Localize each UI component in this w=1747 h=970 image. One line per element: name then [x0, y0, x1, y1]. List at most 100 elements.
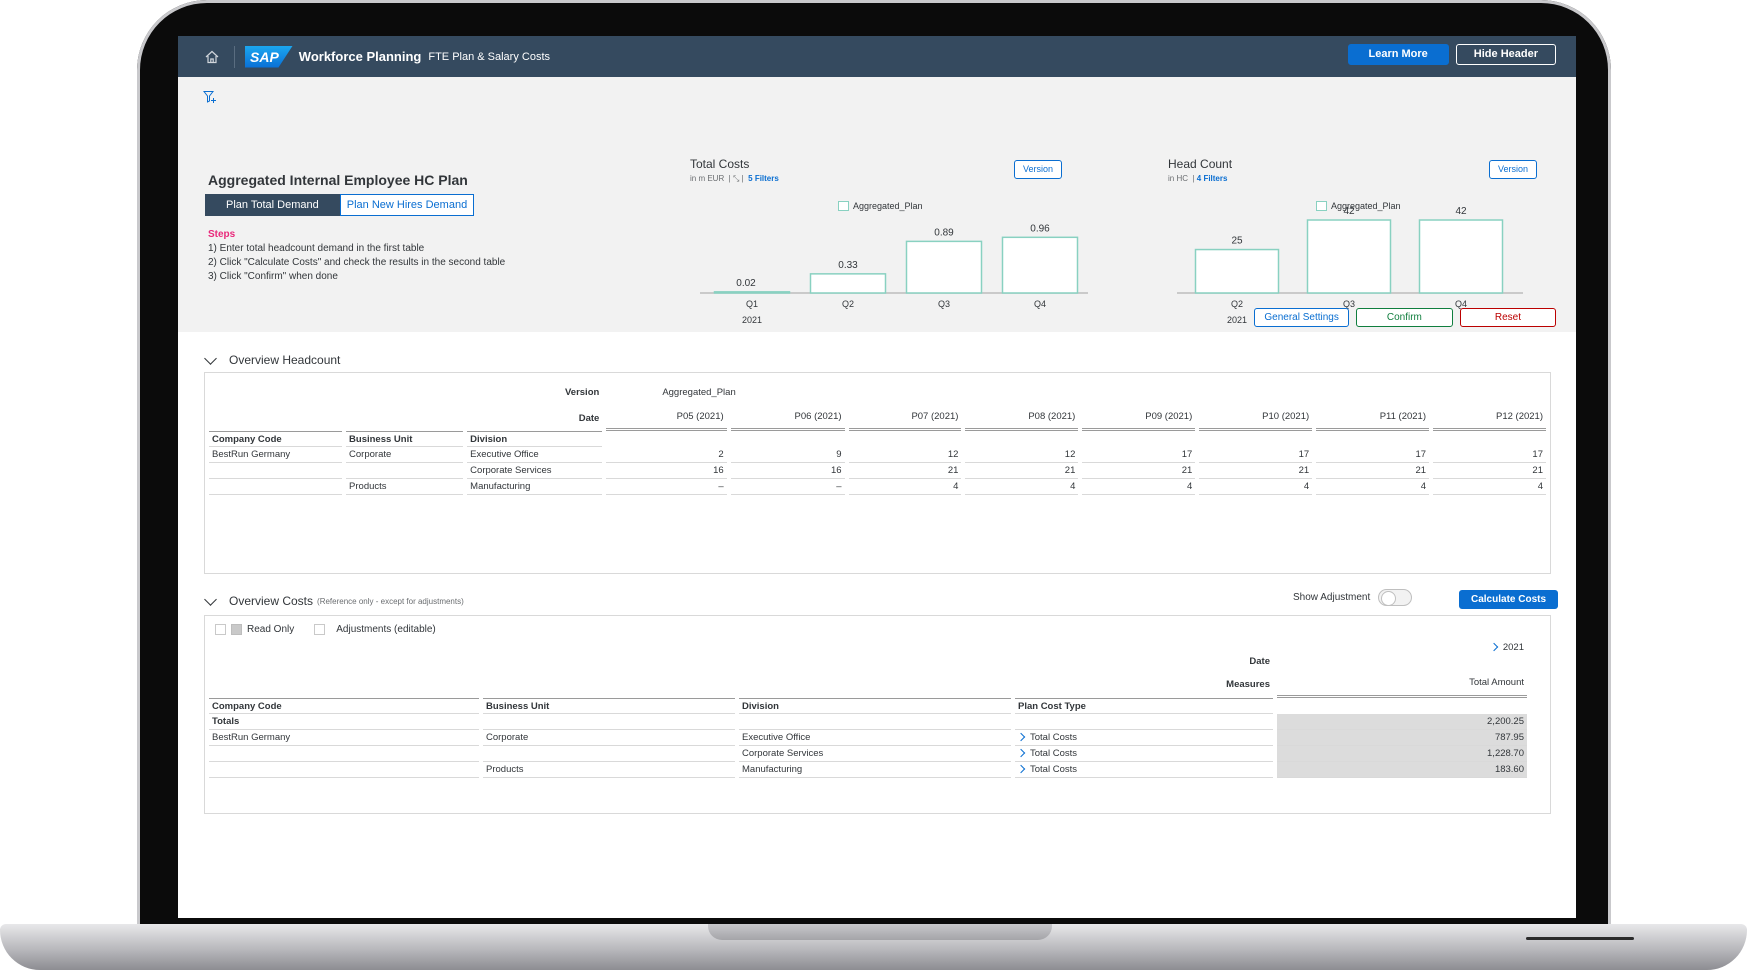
hc-input-cell[interactable]: 9: [730, 447, 845, 463]
home-icon[interactable]: [204, 49, 220, 65]
chart-filters-link[interactable]: 5 Filters: [748, 174, 779, 183]
cell-company: BestRun Germany: [209, 447, 343, 463]
steps-text: Steps 1) Enter total headcount demand in…: [208, 228, 505, 284]
learn-more-button[interactable]: Learn More: [1347, 44, 1449, 65]
bar: [905, 240, 983, 294]
column-header-company-code: Company Code: [209, 698, 479, 714]
bar: [1306, 219, 1392, 294]
hc-input-cell[interactable]: 17: [1433, 447, 1546, 463]
cost-type-label: Total Costs: [1030, 732, 1077, 743]
plan-total-demand-tab[interactable]: Plan Total Demand: [205, 194, 340, 216]
hc-input-cell[interactable]: 16: [730, 463, 845, 479]
show-adjustment-toggle[interactable]: [1378, 589, 1413, 606]
calculate-costs-button[interactable]: Calculate Costs: [1459, 590, 1559, 609]
period-header: P09 (2021): [1082, 405, 1196, 431]
chart-title: Total Costs: [690, 157, 750, 171]
data-label: 42: [1343, 206, 1355, 217]
data-label: 0.96: [1030, 223, 1050, 234]
hc-input-cell[interactable]: 4: [1433, 479, 1546, 495]
hc-input-cell[interactable]: 21: [848, 463, 962, 479]
plan-title: Aggregated Internal Employee HC Plan: [208, 172, 468, 188]
costs-note: (Reference only - except for adjustments…: [317, 596, 464, 606]
hc-input-cell[interactable]: 17: [1082, 447, 1196, 463]
chevron-down-icon[interactable]: [204, 351, 217, 365]
x-year-label: 2021: [1227, 315, 1247, 325]
column-header-company-code: Company Code: [209, 431, 343, 447]
column-header-division: Division: [467, 431, 603, 447]
hc-input-cell[interactable]: 4: [965, 479, 1079, 495]
cell-cost-type[interactable]: Total Costs: [1015, 730, 1273, 746]
version-label: Version: [564, 386, 600, 398]
hide-header-button[interactable]: Hide Header: [1455, 44, 1556, 65]
read-only-swatch: [231, 624, 242, 635]
cell-company: BestRun Germany: [209, 730, 479, 746]
hc-input-cell[interactable]: 21: [965, 463, 1079, 479]
chevron-right-icon[interactable]: [1016, 764, 1026, 774]
hc-input-cell[interactable]: 4: [1082, 479, 1196, 495]
cell-company: [209, 463, 343, 479]
bar: [1194, 248, 1280, 294]
hc-input-cell[interactable]: 21: [1199, 463, 1313, 479]
hc-input-cell[interactable]: 16: [606, 463, 727, 479]
hc-input-cell[interactable]: 17: [1316, 447, 1430, 463]
hc-input-cell[interactable]: –: [730, 479, 845, 495]
costs-section-header[interactable]: Overview Costs (Reference only - except …: [204, 592, 464, 608]
total-costs-version-button[interactable]: Version: [1014, 160, 1063, 179]
step-2: 2) Click "Calculate Costs" and check the…: [208, 257, 506, 268]
chevron-right-icon[interactable]: [1016, 732, 1026, 742]
hc-input-cell[interactable]: 4: [1199, 479, 1313, 495]
headcount-section-header[interactable]: Overview Headcount: [204, 351, 340, 367]
x-year-label: 2021: [742, 315, 762, 325]
data-label: 0.02: [736, 278, 756, 289]
hc-input-cell[interactable]: 4: [848, 479, 962, 495]
column-header-business-unit: Business Unit: [483, 698, 735, 714]
cell-company: [209, 762, 479, 778]
data-label: 25: [1231, 236, 1243, 247]
cell-cost-type[interactable]: Total Costs: [1015, 746, 1273, 762]
hc-input-cell[interactable]: 21: [1433, 463, 1546, 479]
read-only-swatch-empty: [215, 624, 226, 635]
chart-filters-link[interactable]: 4 Filters: [1197, 174, 1228, 183]
plan-new-hires-tab[interactable]: Plan New Hires Demand: [339, 194, 475, 216]
cell-division: Manufacturing: [739, 762, 1011, 778]
table-row: Corporate Services Total Costs 1,228.70: [209, 746, 1527, 762]
chevron-right-icon[interactable]: [1489, 642, 1499, 652]
cell-division: Corporate Services: [467, 463, 603, 479]
table-row: Products Manufacturing Total Costs 183.6…: [209, 762, 1527, 778]
hc-input-cell[interactable]: 17: [1199, 447, 1313, 463]
hc-input-cell[interactable]: 21: [1316, 463, 1430, 479]
reset-button[interactable]: Reset: [1459, 308, 1556, 327]
measures-value: Total Amount: [1277, 670, 1527, 698]
shell-buttons: Learn More Hide Header: [1347, 44, 1556, 65]
data-label: 0.33: [838, 260, 858, 271]
shell-separator: [234, 45, 235, 68]
add-filter-icon[interactable]: [202, 90, 217, 104]
cell-unit: Corporate: [346, 447, 464, 463]
head-count-version-button[interactable]: Version: [1489, 160, 1538, 179]
sap-logo: SAP: [245, 45, 293, 68]
cell-division: Corporate Services: [739, 746, 1011, 762]
date-value-cell[interactable]: 2021: [1277, 642, 1527, 670]
hc-input-cell[interactable]: 4: [1316, 479, 1430, 495]
confirm-button[interactable]: Confirm: [1355, 308, 1453, 327]
x-tick-label: Q3: [938, 299, 950, 309]
chevron-down-icon[interactable]: [204, 592, 217, 606]
cell-amount: 1,228.70: [1277, 746, 1527, 762]
general-settings-button[interactable]: General Settings: [1254, 308, 1349, 327]
chevron-right-icon[interactable]: [1016, 748, 1026, 758]
date-value: 2021: [1502, 642, 1524, 653]
hc-input-cell[interactable]: 12: [848, 447, 962, 463]
drill-icon[interactable]: ⤡: [733, 174, 739, 183]
total-costs-plot: 0.02 Q1 0.33 Q2 0.89 Q3 0.96 Q4 2021: [700, 223, 1088, 325]
cell-cost-type[interactable]: Total Costs: [1015, 762, 1273, 778]
cell-amount: 787.95: [1277, 730, 1527, 746]
column-header-division: Division: [739, 698, 1011, 714]
bar: [713, 291, 791, 294]
hc-input-cell[interactable]: 2: [606, 447, 727, 463]
hc-input-cell[interactable]: 12: [965, 447, 1079, 463]
totals-value: 2,200.25: [1277, 714, 1527, 730]
column-header-business-unit: Business Unit: [346, 431, 464, 447]
plan-segmented-button: Plan Total Demand Plan New Hires Demand: [205, 194, 475, 216]
hc-input-cell[interactable]: 21: [1082, 463, 1196, 479]
hc-input-cell[interactable]: –: [606, 479, 727, 495]
